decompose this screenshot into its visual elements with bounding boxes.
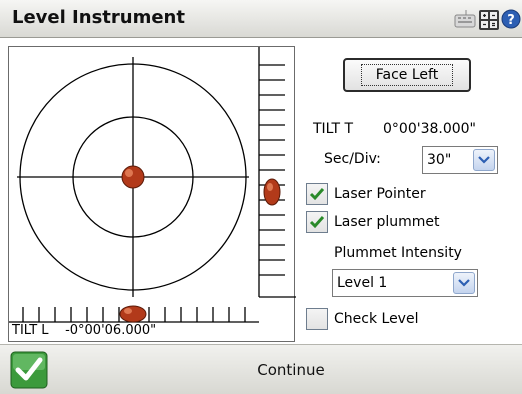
sec-div-value: 30" xyxy=(427,152,452,168)
calculator-icon[interactable] xyxy=(478,9,500,31)
checkmark-icon xyxy=(309,188,325,201)
vertical-scale xyxy=(258,47,296,298)
level-viewer xyxy=(8,46,296,342)
laser-pointer-checkbox[interactable] xyxy=(306,183,328,205)
tilt-l-value: -0°00'06.000" xyxy=(65,323,157,338)
horizontal-bubble xyxy=(119,305,147,323)
vertical-bubble xyxy=(263,178,281,206)
sec-div-label: Sec/Div: xyxy=(324,151,381,167)
tilt-l-label: TILT L xyxy=(12,323,49,338)
laser-plummet-label[interactable]: Laser plummet xyxy=(334,214,440,230)
check-level-checkbox[interactable] xyxy=(306,308,328,330)
chevron-down-icon[interactable] xyxy=(473,149,495,171)
continue-button[interactable]: Continue xyxy=(60,345,522,394)
window-title: Level Instrument xyxy=(12,7,185,28)
laser-pointer-label[interactable]: Laser Pointer xyxy=(334,186,426,202)
bottom-bar: Continue xyxy=(0,344,522,394)
center-bubble xyxy=(121,165,145,189)
tilt-t-value: 0°00'38.000" xyxy=(383,121,476,137)
ok-check-button[interactable] xyxy=(10,351,48,389)
svg-text:?: ? xyxy=(507,13,515,28)
tilt-t-label: TILT T xyxy=(313,121,354,137)
keyboard-icon[interactable] xyxy=(454,9,476,29)
tilt-l-readout: TILT L -0°00'06.000" xyxy=(12,323,156,338)
face-left-button[interactable]: Face Left xyxy=(343,58,471,92)
title-bar: Level Instrument ? xyxy=(0,0,522,38)
laser-plummet-checkbox[interactable] xyxy=(306,211,328,233)
main-content: TILT L -0°00'06.000" Face Left TILT T 0°… xyxy=(0,38,522,344)
plummet-intensity-select[interactable]: Level 1 xyxy=(332,269,478,297)
plummet-intensity-label: Plummet Intensity xyxy=(334,245,462,261)
check-level-label[interactable]: Check Level xyxy=(334,311,418,327)
checkmark-icon xyxy=(309,216,325,229)
face-left-label: Face Left xyxy=(360,64,454,86)
help-icon[interactable]: ? xyxy=(501,9,521,29)
chevron-down-icon[interactable] xyxy=(453,272,475,294)
plummet-intensity-value: Level 1 xyxy=(337,275,388,291)
sec-div-select[interactable]: 30" xyxy=(422,146,498,174)
continue-label: Continue xyxy=(257,361,325,379)
